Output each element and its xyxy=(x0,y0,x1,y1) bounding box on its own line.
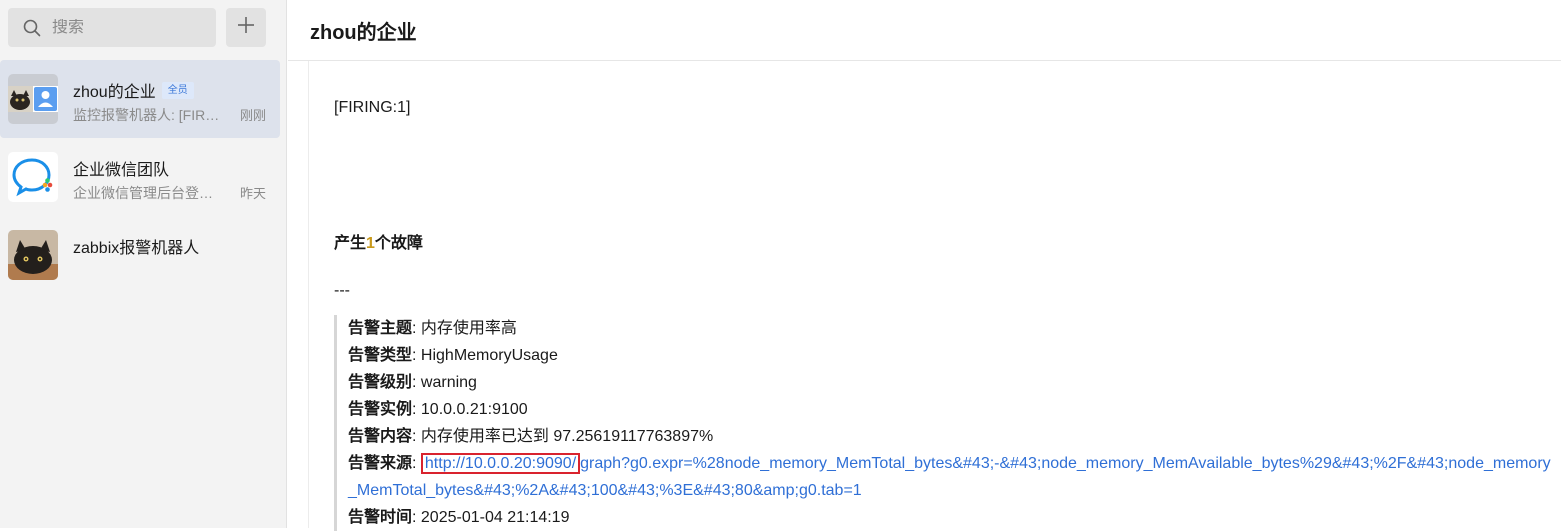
avatar-zabbix-bot xyxy=(8,230,58,280)
fault-prefix: 产生 xyxy=(334,235,367,252)
sidebar: zhou的企业 全员 监控报警机器人: [FIRING:1] 刚刚 企业微信团队 xyxy=(0,0,287,528)
alert-field-level: 告警级别: warning xyxy=(348,374,477,391)
chat-item-zhou-enterprise[interactable]: zhou的企业 全员 监控报警机器人: [FIRING:1] 刚刚 xyxy=(0,60,280,138)
search-input[interactable] xyxy=(52,18,202,37)
field-value: warning xyxy=(420,374,477,391)
chat-title: zhou的企业 xyxy=(310,21,417,44)
field-value: 2025-01-04 21:14:19 xyxy=(420,509,570,526)
chat-main: zhou的企业 [FIRING:1] 产生1个故障 --- 告警主题: 内存使用… xyxy=(288,0,1561,531)
chat-time: 昨天 xyxy=(239,186,266,201)
field-value: 10.0.0.21:9100 xyxy=(420,401,528,418)
link-host-highlight: http://10.0.0.20:9090/ xyxy=(420,453,581,474)
all-members-badge: 全员 xyxy=(161,81,194,99)
field-value: 内存使用率高 xyxy=(420,320,517,337)
alert-field-time: 告警时间: 2025-01-04 21:14:19 xyxy=(348,509,570,526)
chat-time: 刚刚 xyxy=(239,108,266,123)
field-label: 告警级别 xyxy=(348,374,413,391)
alert-source-link[interactable]: http://10.0.0.20:9090/graph?g0.expr=%28n… xyxy=(348,453,1551,499)
alert-field-type: 告警类型: HighMemoryUsage xyxy=(348,347,558,364)
alert-field-source: 告警来源: http://10.0.0.20:9090/graph?g0.exp… xyxy=(348,453,1551,499)
chat-preview: 企业微信管理后台登录提醒 xyxy=(73,185,223,201)
field-label: 告警主题 xyxy=(348,320,413,337)
field-value: 内存使用率已达到 97.25619117763897% xyxy=(420,428,714,445)
wecom-logo-icon xyxy=(8,152,58,202)
alert-field-subject: 告警主题: 内存使用率高 xyxy=(348,320,517,337)
plus-icon xyxy=(236,15,256,40)
firing-line: [FIRING:1] xyxy=(334,99,411,116)
chat-name: zabbix报警机器人 xyxy=(73,234,199,258)
chat-list: zhou的企业 全员 监控报警机器人: [FIRING:1] 刚刚 企业微信团队 xyxy=(0,60,286,294)
chat-name-text: zabbix报警机器人 xyxy=(73,240,200,257)
search-box[interactable] xyxy=(8,8,216,47)
field-label: 告警实例 xyxy=(348,401,413,418)
alert-field-instance: 告警实例: 10.0.0.21:9100 xyxy=(348,401,528,418)
chat-item-zabbix-bot[interactable]: zabbix报警机器人 xyxy=(0,216,286,294)
field-value: HighMemoryUsage xyxy=(420,347,558,364)
field-label: 告警时间 xyxy=(348,509,413,526)
search-icon xyxy=(22,18,42,38)
chat-item-wecom-team[interactable]: 企业微信团队 企业微信管理后台登录提醒 昨天 xyxy=(0,138,286,216)
alert-field-content: 告警内容: 内存使用率已达到 97.25619117763897% xyxy=(348,428,714,445)
fault-summary: 产生1个故障 xyxy=(334,229,1554,253)
chat-name-text: zhou的企业 xyxy=(73,84,156,101)
chat-header: zhou的企业 xyxy=(288,0,1561,61)
field-label: 告警类型 xyxy=(348,347,413,364)
chat-name-text: 企业微信团队 xyxy=(73,162,170,179)
field-label: 告警内容 xyxy=(348,428,413,445)
alert-details: 告警主题: 内存使用率高 告警类型: HighMemoryUsage 告警级别:… xyxy=(334,315,1554,531)
separator: --- xyxy=(334,282,350,299)
chat-name: 企业微信团队 xyxy=(73,156,169,180)
message-area: [FIRING:1] 产生1个故障 --- 告警主题: 内存使用率高 告警类型:… xyxy=(308,61,1561,531)
fault-suffix: 个故障 xyxy=(374,235,423,252)
add-button[interactable] xyxy=(226,8,266,47)
fault-count: 1 xyxy=(366,235,375,252)
chat-name: zhou的企业 全员 xyxy=(73,78,194,102)
avatar-zhou-enterprise xyxy=(8,74,58,124)
chat-preview: 监控报警机器人: [FIRING:1] xyxy=(73,107,223,123)
field-label: 告警来源 xyxy=(348,455,413,472)
